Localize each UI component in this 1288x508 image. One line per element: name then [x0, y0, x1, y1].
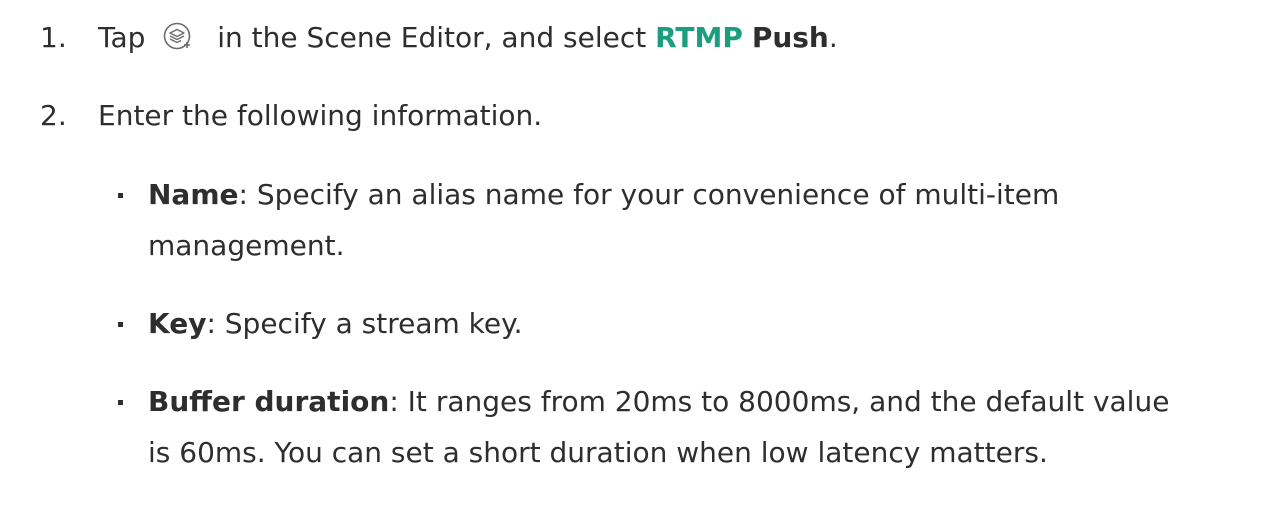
step-suffix: . [828, 21, 838, 54]
bullet-marker [118, 322, 123, 327]
bullet-description-continued: is 60ms. You can set a short duration wh… [148, 436, 1048, 469]
step-text: Enter the following information. [98, 99, 543, 132]
bullet-text: Buffer duration: It ranges from 20ms to … [148, 385, 1169, 419]
bullet-description: : It ranges from 20ms to 8000ms, and the… [389, 385, 1170, 418]
step-number: 1. [40, 21, 67, 54]
bullet-description-continued: management. [148, 229, 345, 262]
bullet-label: Name [148, 178, 239, 211]
bullet-label: Buffer duration [148, 385, 390, 418]
bullet-label: Key [148, 307, 207, 340]
step-middle: in the Scene Editor, and select [217, 21, 647, 54]
step-number: 2. [40, 99, 67, 132]
bullet-description: : Specify an alias name for your conveni… [238, 178, 1060, 211]
push-keyword: Push [751, 21, 829, 54]
bullet-text: Name: Specify an alias name for your con… [148, 178, 1059, 212]
bullet-marker [118, 400, 123, 405]
bullet-text: Key: Specify a stream key. [148, 307, 523, 341]
instructions-document: 1. Tap in the Scene Editor, and select R… [0, 0, 1288, 508]
rtmp-keyword: RTMP [655, 21, 743, 54]
bullet-description: : Specify a stream key. [206, 307, 523, 340]
bullet-marker [118, 193, 123, 198]
step-text: Tap in the Scene Editor, and select RTMP… [98, 21, 838, 55]
scene-add-layer-icon [160, 21, 198, 51]
step-prefix: Tap [98, 21, 146, 54]
